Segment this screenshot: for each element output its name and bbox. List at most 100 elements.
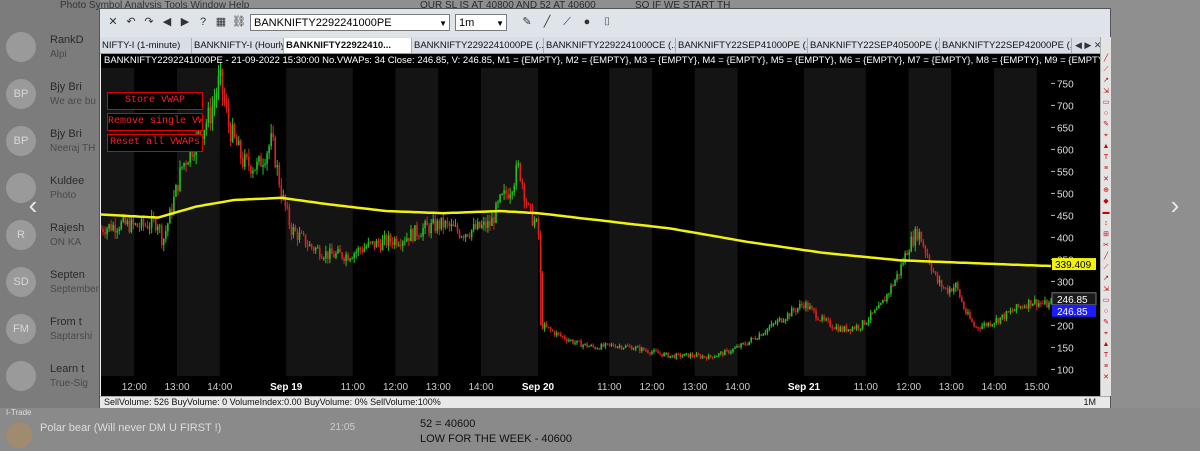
avatar: R xyxy=(6,220,36,250)
candle-body xyxy=(420,236,422,238)
draw-tool-icon[interactable]: ▬ xyxy=(1102,209,1110,217)
symbol-select[interactable]: BANKNIFTY2292241000PE ▼ xyxy=(250,14,450,31)
draw-tool-icon[interactable]: ╱ xyxy=(1102,55,1110,63)
draw-tool-icon[interactable]: T xyxy=(1102,352,1110,360)
link-icon[interactable]: ⛓ xyxy=(232,15,246,29)
grid-icon[interactable]: ▦ xyxy=(214,15,228,29)
redo-icon[interactable]: ↷ xyxy=(142,15,156,29)
chat-title[interactable]: Bjy Bri xyxy=(50,128,82,140)
chat-title[interactable]: Rajesh xyxy=(50,222,84,234)
tab-chart[interactable]: BANKNIFTY2292241000CE (... xyxy=(544,38,676,53)
candle-body xyxy=(177,185,179,191)
draw-tool-icon[interactable]: ✕ xyxy=(1102,176,1110,184)
candle-body xyxy=(349,258,351,261)
candle-body xyxy=(667,352,669,358)
draw-tool-icon[interactable]: ▲ xyxy=(1102,143,1110,151)
draw-tool-icon[interactable]: ✕ xyxy=(1102,374,1110,382)
remove-single-vwap-button[interactable]: Remove single VWAP xyxy=(107,113,203,131)
symbol-value: BANKNIFTY2292241000PE xyxy=(254,17,392,29)
app-label: I-Trade xyxy=(6,408,32,417)
draw-tool-icon[interactable]: ◆ xyxy=(1102,198,1110,206)
tab-chart[interactable]: BANKNIFTY-I (Hourly) xyxy=(192,38,284,53)
draw-tool-icon[interactable]: T xyxy=(1102,154,1110,162)
chat-title[interactable]: Septen xyxy=(50,269,85,281)
help-icon[interactable]: ? xyxy=(196,15,210,29)
close-icon[interactable]: ✕ xyxy=(106,15,120,29)
draw-tool-icon[interactable]: ╱ xyxy=(1102,253,1110,261)
line-tool-icon[interactable]: ╱ xyxy=(540,15,554,29)
draw-tool-icon[interactable]: ✂ xyxy=(1102,242,1110,250)
draw-tool-icon[interactable]: ↗ xyxy=(1102,77,1110,85)
chat-title[interactable]: From t xyxy=(50,316,82,328)
chat-preview: Photo xyxy=(50,190,77,201)
tab-chart[interactable]: BANKNIFTY22SEP40500PE (... xyxy=(808,38,940,53)
candle-body xyxy=(713,356,716,358)
candle-body xyxy=(707,355,710,360)
candle-body xyxy=(1046,300,1048,308)
chat-title[interactable]: RankD xyxy=(50,34,84,46)
candle-body xyxy=(989,322,992,326)
candle-body xyxy=(683,353,686,357)
avatar: BP xyxy=(6,79,36,109)
tab-chart[interactable]: NIFTY-I (1-minute) xyxy=(100,38,192,53)
draw-tool-icon[interactable]: ⟋ xyxy=(1102,66,1110,74)
candle-body xyxy=(993,322,996,325)
chart-canvas[interactable]: 1001502002503003504004505005506006507007… xyxy=(101,54,1101,396)
chat-title[interactable]: Learn t xyxy=(50,363,84,375)
draw-tool-icon[interactable]: ↗ xyxy=(1102,275,1110,283)
tab-chart[interactable]: BANKNIFTY22SEP42000PE (... xyxy=(940,38,1072,53)
chat-title[interactable]: Bjy Bri xyxy=(50,81,82,93)
candle-body xyxy=(659,353,661,355)
next-arrow-icon[interactable]: › xyxy=(1160,190,1190,221)
forward-icon[interactable]: ▶ xyxy=(178,15,192,29)
draw-tool-icon[interactable]: ≡ xyxy=(1102,165,1110,173)
candle-body xyxy=(819,320,821,322)
draw-tool-icon[interactable]: ⟋ xyxy=(1102,264,1110,272)
draw-tool-icon[interactable]: ▭ xyxy=(1102,99,1110,107)
ruler-icon[interactable]: ⌷ xyxy=(600,15,614,29)
candle-body xyxy=(865,322,868,325)
candle-body xyxy=(353,253,355,259)
draw-tool-icon[interactable]: ▲ xyxy=(1102,341,1110,349)
candle-body xyxy=(750,338,753,342)
draw-tool-icon[interactable]: ⌖ xyxy=(1102,132,1110,140)
draw-tool-icon[interactable]: ○ xyxy=(1102,308,1110,316)
draw-tool-icon[interactable]: ≡ xyxy=(1102,363,1110,371)
draw-tool-icon[interactable]: ⌖ xyxy=(1102,330,1110,338)
tab-chart[interactable]: BANKNIFTY22SEP41000PE (... xyxy=(676,38,808,53)
undo-icon[interactable]: ↶ xyxy=(124,15,138,29)
candle-body xyxy=(564,336,566,340)
color-tool-icon[interactable]: ● xyxy=(580,15,594,29)
draw-tool-icon[interactable]: ↕ xyxy=(1102,220,1110,228)
draw-tool-icon[interactable]: ⇲ xyxy=(1102,88,1110,96)
draw-tool-icon[interactable]: ⊞ xyxy=(1102,231,1110,239)
candle-body xyxy=(788,313,791,317)
reset-all-vwaps-button[interactable]: Reset all VWAPs xyxy=(107,134,203,152)
drawing-tools-icon[interactable]: ✎ xyxy=(520,15,534,29)
store-vwap-button[interactable]: Store VWAP xyxy=(107,92,203,110)
draw-tool-icon[interactable]: ⊕ xyxy=(1102,187,1110,195)
price-chart[interactable]: 1001502002503003504004505005506006507007… xyxy=(101,54,1101,396)
candle-body xyxy=(918,231,921,240)
prev-arrow-icon[interactable]: ‹ xyxy=(18,190,48,221)
draw-tool-icon[interactable]: ▭ xyxy=(1102,297,1110,305)
candle-body xyxy=(246,154,248,157)
tab-scroll-icon[interactable]: ◀ ▶ ✕ xyxy=(1075,38,1101,52)
draw-tool-icon[interactable]: ⇲ xyxy=(1102,286,1110,294)
draw-tool-icon[interactable]: ✎ xyxy=(1102,319,1110,327)
back-icon[interactable]: ◀ xyxy=(160,15,174,29)
tab-chart[interactable]: BANKNIFTY22922410... xyxy=(284,38,412,53)
chat-title[interactable]: Kuldee xyxy=(50,175,84,187)
avatar xyxy=(6,422,32,448)
candle-body xyxy=(985,323,987,326)
candle-body xyxy=(142,218,145,226)
tab-chart[interactable]: BANKNIFTY2292241000PE (... xyxy=(412,38,544,53)
x-tick-label: Sep 19 xyxy=(270,382,303,393)
candle-body xyxy=(138,227,141,229)
candle-body xyxy=(507,194,509,199)
draw-tool-icon[interactable]: ○ xyxy=(1102,110,1110,118)
ray-tool-icon[interactable]: ⟋ xyxy=(560,15,574,29)
candle-body xyxy=(738,346,740,348)
timeframe-select[interactable]: 1m ▼ xyxy=(455,14,507,31)
draw-tool-icon[interactable]: ✎ xyxy=(1102,121,1110,129)
